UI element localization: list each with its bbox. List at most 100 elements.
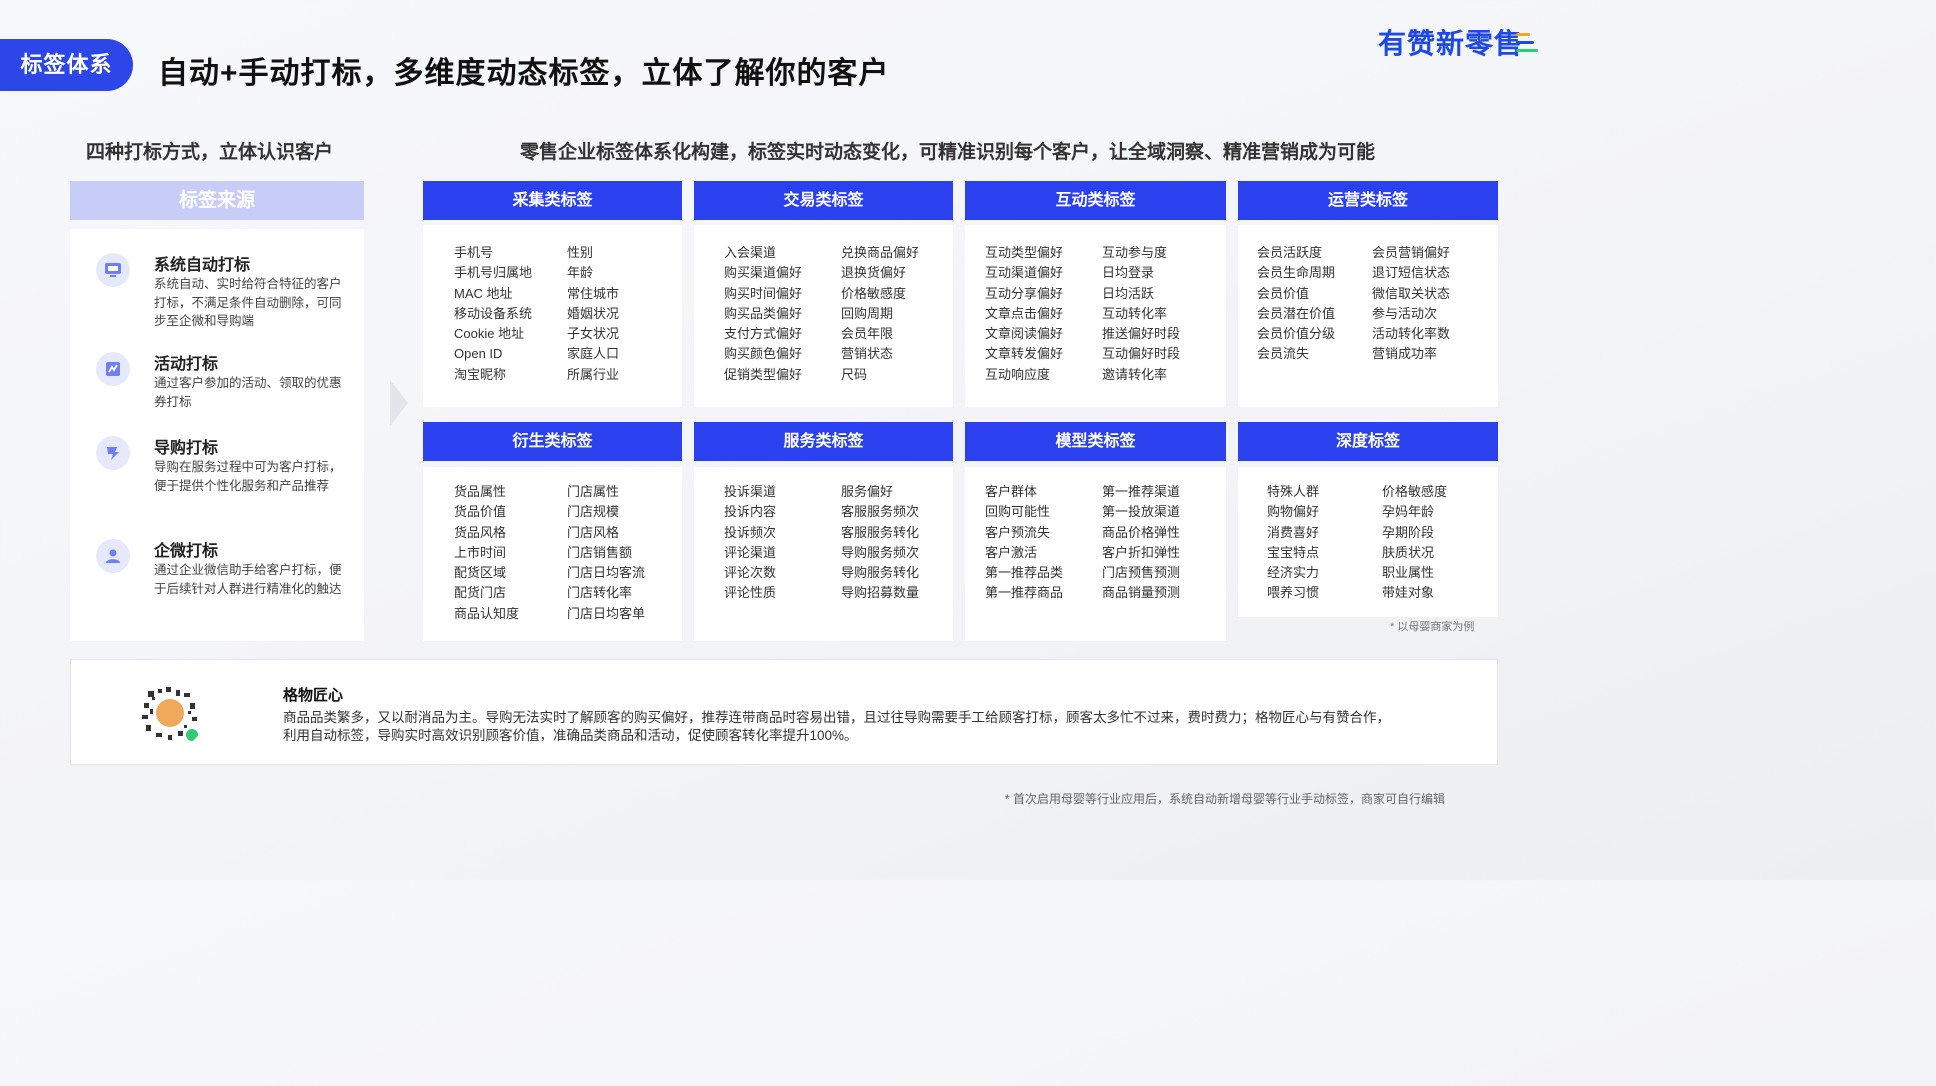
brand-logo: 有赞新零售 <box>1378 28 1524 59</box>
tag-item: 常住城市 <box>567 285 620 301</box>
tag-item: 货品风格 <box>454 524 507 540</box>
tag-item: 客户群体 <box>985 484 1038 499</box>
tag-item: 上市时间 <box>454 544 507 560</box>
tag-item: 评论性质 <box>724 585 777 601</box>
tag-item: 购买时间偏好 <box>724 285 803 301</box>
tag-item: 互动渠道偏好 <box>985 265 1064 281</box>
page-title: 自动+手动打标，多维度动态标签，立体了解你的客户 <box>158 57 890 90</box>
footer-note: * 首次启用母婴等行业应用后，系统自动新增母婴等行业手动标签，商家可自行编辑 <box>1005 792 1446 806</box>
tag-item: 支付方式偏好 <box>724 326 803 342</box>
tag-item: 门店转化率 <box>567 585 633 601</box>
tag-item: 职业属性 <box>1382 565 1435 581</box>
tag-item: 年龄 <box>567 265 594 281</box>
source-panel: 系统自动打标 系统自动、实时给符合特征的客户打标，不满足条件自动删除，可同步至企… <box>70 229 364 641</box>
source-item-desc: 通过客户参加的活动、领取的优惠券打标 <box>154 376 342 409</box>
tag-item: 会员价值 <box>1257 285 1310 301</box>
category-header: 交易类标签 <box>694 181 953 220</box>
qr-code[interactable] <box>134 677 206 749</box>
left-subtitle: 四种打标方式，立体认识客户 <box>86 142 334 163</box>
tag-item: 会员活跃度 <box>1257 245 1323 260</box>
tag-item: 服务偏好 <box>841 484 894 499</box>
tag-item: 日均登录 <box>1102 265 1155 281</box>
right-subtitle: 零售企业标签体系化构建，标签实时动态变化，可精准识别每个客户，让全域洞察、精准营… <box>520 142 1376 163</box>
tag-item: 会员价值分级 <box>1257 326 1336 342</box>
category-header: 深度标签 <box>1238 422 1498 461</box>
tag-item: 门店销售额 <box>567 544 633 560</box>
tag-item: 投诉频次 <box>724 524 777 540</box>
tag-item: 消费喜好 <box>1267 524 1320 540</box>
category-header: 互动类标签 <box>965 181 1226 220</box>
tag-item: 所属行业 <box>567 366 620 382</box>
guide-icon <box>96 436 130 470</box>
source-item-desc: 通过企业微信助手给客户打标，便于后续针对人群进行精准化的触达 <box>154 563 342 596</box>
tag-list: 特殊人群 购物偏好 消费喜好 宝宝特点 经济实力 喂养习惯 <box>1267 482 1319 604</box>
tag-item: 客户折扣弹性 <box>1102 544 1181 560</box>
tag-item: 购买颜色偏好 <box>724 346 803 362</box>
tag-list: 投诉渠道 投诉内容 投诉频次 评论渠道 评论次数 评论性质 <box>724 482 776 604</box>
category-header: 运营类标签 <box>1238 181 1498 220</box>
tag-list: 互动类型偏好 互动渠道偏好 互动分享偏好 文章点击偏好 文章阅读偏好 文章转发偏好 互动响应… <box>985 243 1063 385</box>
brand-mark-icon <box>1516 33 1538 53</box>
case-body: 商品品类繁多，又以耐消品为主。导购无法实时了解顾客的购买偏好，推荐连带商品时容易… <box>283 710 1390 743</box>
tag-item: 性别 <box>567 245 594 260</box>
tag-item: 货品属性 <box>454 484 507 499</box>
tag-item: 微信取关状态 <box>1372 285 1451 301</box>
tag-item: 宝宝特点 <box>1267 544 1320 560</box>
source-item-title: 活动打标 <box>154 356 219 373</box>
tag-item: 配货区域 <box>454 565 507 581</box>
tag-item: 投诉渠道 <box>724 484 777 499</box>
tag-item: 商品价格弹性 <box>1102 524 1181 540</box>
category-header: 采集类标签 <box>423 181 682 220</box>
tag-list: 兑换商品偏好 退换货偏好 价格敏感度 回购周期 会员年限 营销状态 尺码 <box>841 243 919 385</box>
tag-item: 手机号归属地 <box>454 265 533 281</box>
arrow-right-icon <box>390 380 408 426</box>
tag-item: 第一推荐品类 <box>985 565 1064 581</box>
tag-item: 客服服务转化 <box>841 524 920 540</box>
tag-item: 第一推荐商品 <box>985 585 1064 601</box>
tag-item: 退换货偏好 <box>841 265 907 281</box>
tag-item: 文章阅读偏好 <box>985 326 1064 342</box>
tag-item: 互动响应度 <box>985 366 1051 382</box>
tag-item: 门店风格 <box>567 524 620 540</box>
tag-item: 邀请转化率 <box>1102 366 1168 382</box>
tag-item: 孕期阶段 <box>1382 524 1435 540</box>
tag-item: 门店规模 <box>567 504 620 520</box>
tag-item: Cookie 地址 <box>454 326 525 342</box>
tag-list: 互动参与度 日均登录 日均活跃 互动转化率 推送偏好时段 互动偏好时段 邀请转化率 <box>1102 243 1180 385</box>
tag-item: 促销类型偏好 <box>724 366 803 382</box>
tag-item: 家庭人口 <box>567 346 620 362</box>
tag-item: 评论次数 <box>724 565 777 581</box>
tag-list: 客户群体 回购可能性 客户预流失 客户激活 第一推荐品类 第一推荐商品 <box>985 482 1063 604</box>
monitor-icon <box>96 253 130 287</box>
tag-item: 商品认知度 <box>454 605 520 621</box>
category-header: 模型类标签 <box>965 422 1226 461</box>
tag-list: 第一推荐渠道 第一投放渠道 商品价格弹性 客户折扣弹性 门店预售预测 商品销量预测 <box>1102 482 1180 604</box>
tag-item: 淘宝昵称 <box>454 366 507 382</box>
tag-item: 门店日均客流 <box>567 565 646 581</box>
section-badge: 标签体系 <box>0 39 133 91</box>
tag-item: 经济实力 <box>1267 565 1320 581</box>
tag-list: 会员活跃度 会员生命周期 会员价值 会员潜在价值 会员价值分级 会员流失 <box>1257 243 1335 365</box>
tag-item: 会员生命周期 <box>1257 265 1336 281</box>
tag-item: 互动偏好时段 <box>1102 346 1181 362</box>
tag-item: 参与活动次 <box>1372 305 1438 321</box>
tag-item: 文章转发偏好 <box>985 346 1064 362</box>
tag-item: 手机号 <box>454 245 494 260</box>
tag-item: 门店预售预测 <box>1102 565 1181 581</box>
tag-item: 肤质状况 <box>1382 544 1435 560</box>
tag-list: 服务偏好 客服服务频次 客服服务转化 导购服务频次 导购服务转化 导购招募数量 <box>841 482 919 604</box>
source-item-title: 导购打标 <box>154 440 219 457</box>
tag-item: 回购周期 <box>841 305 894 321</box>
tag-item: 互动分享偏好 <box>985 285 1064 301</box>
tag-item: 入会渠道 <box>724 245 777 260</box>
user-icon <box>96 539 130 573</box>
tag-item: 婚姻状况 <box>567 305 620 321</box>
tag-item: 喂养习惯 <box>1267 585 1320 601</box>
source-item-desc: 导购在服务过程中可为客户打标，便于提供个性化服务和产品推荐 <box>154 460 342 493</box>
tag-list: 入会渠道 购买渠道偏好 购买时间偏好 购买品类偏好 支付方式偏好 购买颜色偏好 促销类型偏好 <box>724 243 802 385</box>
case-title: 格物匠心 <box>283 687 344 704</box>
tag-item: 回购可能性 <box>985 504 1051 520</box>
tag-item: 会员年限 <box>841 326 894 342</box>
tag-item: 营销成功率 <box>1372 346 1438 362</box>
tag-item: 第一投放渠道 <box>1102 504 1181 520</box>
